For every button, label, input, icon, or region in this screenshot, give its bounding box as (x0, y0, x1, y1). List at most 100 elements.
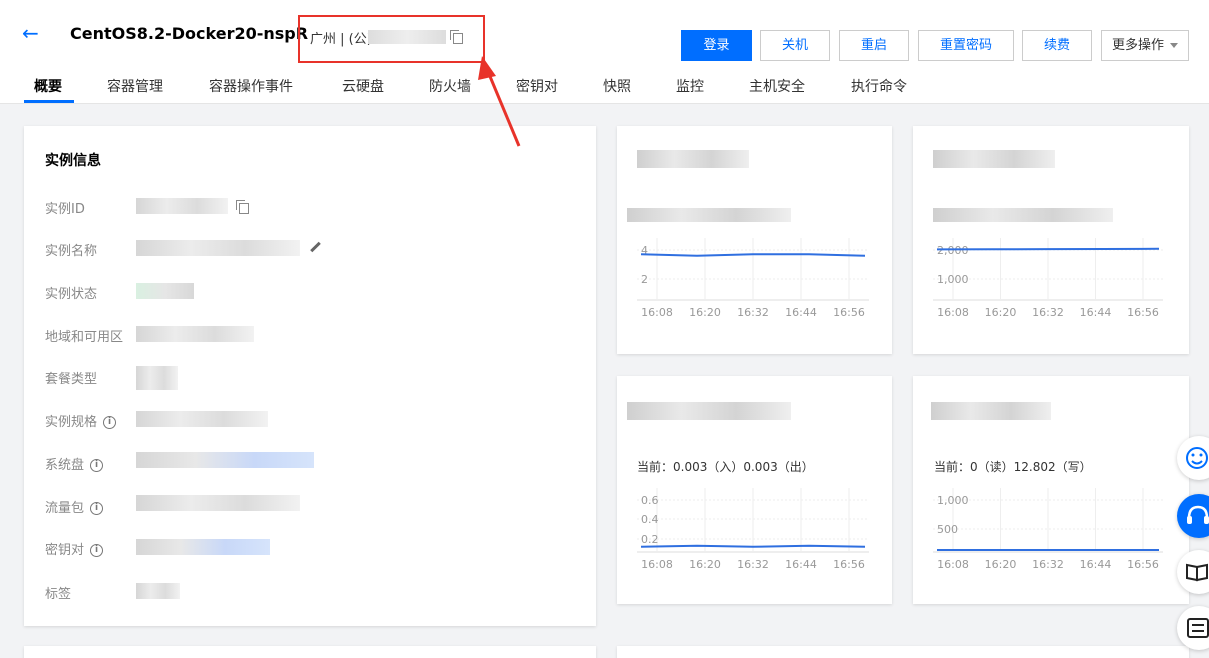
instance-title: CentOS8.2-Docker20-nspR (70, 24, 309, 43)
more-actions-label: 更多操作 (1111, 38, 1164, 53)
y-tick-label: 0.2 (641, 533, 659, 546)
back-arrow-icon[interactable]: ← (22, 22, 42, 44)
active-tab-indicator (24, 100, 74, 103)
value-instance-status (136, 283, 194, 299)
restart-button[interactable]: 重启 (839, 30, 909, 61)
chart-current-redacted (627, 208, 791, 222)
x-tick-label: 16:20 (985, 306, 1017, 319)
x-tick-label: 16:56 (833, 558, 865, 571)
reset-password-button[interactable]: 重置密码 (918, 30, 1014, 61)
y-tick-label: 0.4 (641, 513, 659, 526)
x-tick-label: 16:08 (937, 558, 969, 571)
chart-current-redacted (933, 208, 1113, 222)
more-actions-dropdown[interactable]: 更多操作 (1101, 30, 1189, 61)
x-tick-label: 16:08 (641, 306, 673, 319)
y-tick-label: 2,000 (937, 244, 969, 257)
label-traffic-text: 流量包 (45, 501, 85, 516)
caret-down-icon (1170, 43, 1178, 48)
chart-title-redacted (637, 150, 749, 168)
cpu-line-chart: 4216:08 16:20 16:32 16:44 16:56 (637, 238, 869, 319)
value-instance-id (136, 198, 228, 214)
login-button[interactable]: 登录 (681, 30, 752, 61)
y-tick-label: 2 (641, 273, 648, 286)
x-tick-label: 16:44 (1080, 306, 1112, 319)
x-tick-label: 16:32 (1032, 558, 1064, 571)
renew-button[interactable]: 续费 (1022, 30, 1092, 61)
chart-title-redacted (931, 402, 1051, 420)
x-tick-label: 16:20 (689, 306, 721, 319)
memory-chart-card: 2,000 1,000 16:08 16:20 16:32 16:44 16:56 (913, 126, 1189, 354)
y-tick-label: 1,000 (937, 273, 969, 286)
label-region: 地域和可用区 (45, 330, 124, 345)
value-region (136, 326, 254, 342)
x-tick-label: 16:20 (689, 558, 721, 571)
x-tick-label: 16:32 (1032, 306, 1064, 319)
chart-title-redacted (933, 150, 1055, 168)
label-traffic-package: 流量包 i (45, 497, 104, 516)
book-icon (1186, 563, 1208, 582)
x-tick-label: 16:56 (833, 306, 865, 319)
label-instance-name: 实例名称 (45, 244, 98, 259)
x-tick-label: 16:32 (737, 558, 769, 571)
headset-icon (1187, 505, 1209, 524)
label-instance-status: 实例状态 (45, 287, 98, 302)
y-tick-label: 0.6 (641, 494, 659, 507)
edit-pencil-icon[interactable] (309, 242, 321, 254)
info-icon[interactable]: i (90, 459, 104, 472)
customer-service-button[interactable] (1177, 494, 1209, 538)
smile-feedback-button[interactable] (1177, 436, 1209, 480)
x-tick-label: 16:44 (785, 306, 817, 319)
annotation-highlight-box (298, 15, 485, 63)
label-spec-text: 实例规格 (45, 415, 98, 430)
instance-info-title: 实例信息 (45, 153, 101, 169)
label-key-pair: 密钥对 i (45, 539, 104, 558)
list-indent-icon (1187, 618, 1209, 638)
docs-button[interactable] (1177, 550, 1209, 594)
chart-title-redacted (627, 402, 791, 420)
label-package: 套餐类型 (45, 372, 98, 387)
tab-run-command[interactable]: 执行命令 (851, 76, 907, 96)
tab-overview[interactable]: 概要 (34, 76, 62, 96)
info-icon[interactable]: i (103, 416, 117, 429)
memory-line-chart: 2,000 1,000 16:08 16:20 16:32 16:44 16:56 (933, 238, 1163, 319)
tab-cloud-disk[interactable]: 云硬盘 (342, 76, 384, 96)
instance-info-card: 实例信息 实例ID 实例名称 实例状态 地域和可用区 套餐类型 实例规格 i 系统… (24, 126, 596, 626)
info-icon[interactable]: i (90, 502, 104, 515)
label-key-pair-text: 密钥对 (45, 543, 85, 558)
tab-monitoring[interactable]: 监控 (676, 76, 704, 96)
label-tags: 标签 (45, 587, 72, 602)
series-line (936, 247, 1160, 251)
disk-current-value: 当前：0（读）12.802（写） (934, 460, 1092, 474)
disk-chart-card: 当前：0（读）12.802（写） 1,000 500 16:08 16:20 16:32… (913, 376, 1189, 604)
disk-line-chart: 1,000 500 16:08 16:20 16:32 16:44 16:56 (933, 488, 1163, 571)
info-icon[interactable]: i (90, 544, 104, 557)
tab-host-security[interactable]: 主机安全 (749, 76, 805, 96)
y-tick-label: 1,000 (937, 494, 969, 507)
x-tick-label: 16:44 (1080, 558, 1112, 571)
x-tick-label: 16:56 (1127, 306, 1159, 319)
tab-key-pair[interactable]: 密钥对 (516, 76, 558, 96)
x-tick-label: 16:08 (641, 558, 673, 571)
label-system-disk: 系统盘 i (45, 454, 104, 473)
y-tick-label: 500 (937, 523, 958, 536)
cpu-chart-card: 4 2 16:08 16:20 16:32 16:44 16:56 (617, 126, 892, 354)
x-tick-label: 16:56 (1127, 558, 1159, 571)
value-package (136, 366, 178, 390)
value-tags (136, 583, 180, 599)
x-tick-label: 16:44 (785, 558, 817, 571)
value-instance-name (136, 240, 300, 256)
tab-firewall[interactable]: 防火墙 (429, 76, 471, 96)
network-chart-card: 当前：0.003（入）0.003（出） 0.6 0.4 0.2 16:08 16:20 1… (617, 376, 892, 604)
shutdown-button[interactable]: 关机 (760, 30, 830, 61)
menu-list-button[interactable] (1177, 606, 1209, 650)
value-system-disk (136, 452, 314, 468)
copy-icon[interactable] (236, 200, 249, 214)
page-header: ← CentOS8.2-Docker20-nspR 广州 | (公) 登录 关机… (0, 0, 1209, 104)
value-traffic-package (136, 495, 300, 511)
smile-icon (1186, 447, 1208, 469)
tab-snapshot[interactable]: 快照 (603, 76, 631, 96)
label-instance-id: 实例ID (45, 202, 85, 217)
x-tick-label: 16:08 (937, 306, 969, 319)
tab-container-management[interactable]: 容器管理 (107, 76, 163, 96)
tab-container-events[interactable]: 容器操作事件 (209, 76, 293, 96)
